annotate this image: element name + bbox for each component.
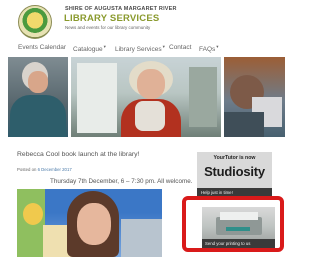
studiosity-brand: Studiosity (204, 164, 265, 179)
post-meta: Posted on 6 December 2017 (17, 167, 72, 172)
header-photo-strip (8, 57, 285, 137)
post-date-link[interactable]: 6 December 2017 (38, 167, 72, 172)
printing-service-highlight[interactable]: Send your printing to us (182, 196, 284, 252)
nav-item-library-services[interactable]: Library Services▾ (115, 44, 165, 53)
main-nav: Events Calendar Catalogue▾ Library Servi… (0, 42, 285, 56)
nav-item-label: Library Services (115, 46, 162, 54)
studiosity-ad[interactable]: YourTutor is now Studiosity Help just in… (197, 152, 272, 197)
article-image[interactable] (17, 189, 162, 257)
nav-item-label: Contact (169, 44, 192, 51)
site-header: SHIRE OF AUGUSTA MARGARET RIVER LIBRARY … (0, 0, 285, 40)
post-event-details: Thursday 7th December, 6 – 7:30 pm. All … (50, 178, 193, 185)
org-name: SHIRE OF AUGUSTA MARGARET RIVER (65, 6, 177, 12)
nav-item-label: Events Calendar (18, 44, 67, 51)
nav-item-faqs[interactable]: FAQs▾ (199, 44, 219, 53)
nav-item-label: FAQs (199, 46, 216, 54)
nav-item-label: Catalogue (73, 46, 103, 54)
post-meta-prefix: Posted on (17, 167, 37, 172)
site-title[interactable]: LIBRARY SERVICES (64, 13, 159, 24)
chevron-down-icon: ▾ (103, 44, 106, 49)
printing-ad-bar-text: Send your printing to us (205, 241, 251, 246)
studiosity-ad-bar-text: Help just in time! (201, 190, 233, 195)
studiosity-ad-subtitle: YourTutor is now (213, 155, 256, 161)
shire-logo-icon[interactable] (18, 5, 52, 39)
header-photo-reader (8, 57, 68, 137)
header-photo-librarian (71, 57, 221, 137)
chevron-down-icon: ▾ (162, 44, 165, 49)
nav-item-catalogue[interactable]: Catalogue▾ (73, 44, 106, 53)
printing-ad-bar: Send your printing to us (202, 239, 275, 248)
printer-image (202, 207, 275, 239)
nav-item-events-calendar[interactable]: Events Calendar (18, 44, 66, 51)
header-photo-computer-user (224, 57, 285, 137)
post-title-link[interactable]: Rebecca Cool book launch at the library! (17, 151, 139, 158)
nav-item-contact[interactable]: Contact (169, 44, 191, 51)
chevron-down-icon: ▾ (216, 44, 219, 49)
site-tagline: News and events for our library communit… (65, 25, 151, 30)
